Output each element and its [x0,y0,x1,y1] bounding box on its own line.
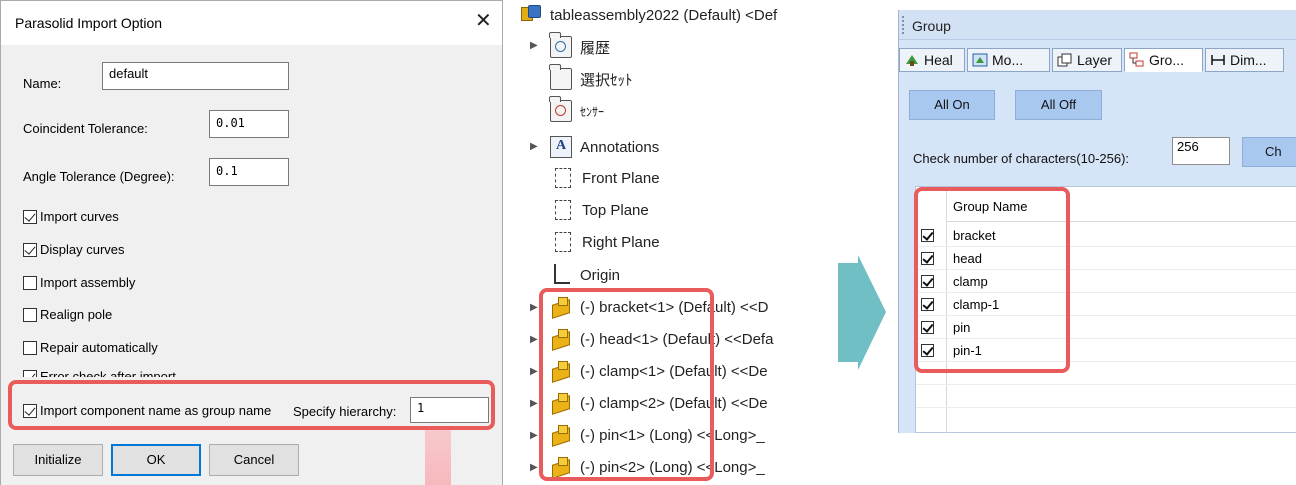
angle-tolerance-label: Angle Tolerance (Degree): [23,169,175,184]
tree-item-annotations[interactable]: A Annotations [550,136,659,158]
tab-model[interactable]: Mo... [967,48,1050,72]
tree-item-sensors[interactable]: ｾﾝｻｰ [549,96,605,122]
selection-set-icon [549,64,572,90]
panel-tabs: Heal Mo... Layer Gro... Dim... [899,48,1296,72]
check-characters-field[interactable]: 256 [1172,137,1230,165]
plane-icon [555,168,571,188]
tree-item-label: Top Plane [582,201,649,219]
tree-item-right-plane[interactable]: Right Plane [552,232,660,252]
annotations-icon: A [550,136,572,158]
tab-label: Dim... [1230,52,1267,68]
highlight-frame [539,288,714,481]
tab-layer[interactable]: Layer [1052,48,1122,72]
right-arrow-icon [838,255,886,370]
expand-arrow-icon[interactable]: ▶ [530,141,538,152]
dialog-titlebar: Parasolid Import Option ✕ [1,1,502,45]
tree-item-label: ｾﾝｻｰ [580,104,605,119]
check-button[interactable]: Ch [1242,137,1296,167]
assembly-icon [520,4,542,26]
table-row [916,385,1296,408]
initialize-button[interactable]: Initialize [13,444,103,476]
expand-arrow-icon[interactable]: ▶ [530,462,538,473]
tree-item-label: Right Plane [582,233,660,251]
origin-icon [550,264,572,286]
dimension-icon [1210,52,1226,68]
expand-arrow-icon[interactable]: ▶ [530,334,538,345]
dialog-title: Parasolid Import Option [15,15,163,31]
error-check-label: Error check after import [40,369,176,377]
tree-item-label: Front Plane [582,169,660,187]
error-check-checkbox[interactable] [23,369,37,377]
coincident-tolerance-label: Coincident Tolerance: [23,121,148,136]
layer-icon [1057,52,1073,68]
cancel-button[interactable]: Cancel [209,444,299,476]
import-assembly-option[interactable]: Import assembly [23,275,135,290]
tree-item-label: Origin [580,266,621,284]
tab-dimension[interactable]: Dim... [1205,48,1284,72]
name-label: Name: [23,76,62,91]
all-on-button[interactable]: All On [909,90,995,120]
display-curves-option[interactable]: Display curves [23,242,125,257]
error-check-option[interactable]: Error check after import [23,367,223,377]
all-off-button[interactable]: All Off [1015,90,1102,120]
display-curves-checkbox[interactable] [23,242,37,257]
callout-pointer [425,430,451,485]
repair-automatically-label: Repair automatically [40,340,158,355]
tree-root[interactable]: tableassembly2022 (Default) <Def [520,4,777,26]
tab-label: Mo... [992,52,1024,68]
expand-arrow-icon[interactable]: ▶ [530,398,538,409]
check-characters-label: Check number of characters(10-256): [913,151,1130,166]
heal-icon [904,52,920,68]
highlight-frame [914,187,1070,373]
tree-item-label: 選択ｾｯﾄ [580,71,633,89]
tab-label: Heal [924,52,953,68]
angle-tolerance-field[interactable]: 0.1 [209,158,289,186]
expand-arrow-icon[interactable]: ▶ [530,302,538,313]
tab-label: Layer [1077,52,1113,68]
tab-group[interactable]: Gro... [1124,48,1203,72]
tab-label: Gro... [1149,52,1185,68]
expand-arrow-icon[interactable]: ▶ [530,40,538,51]
import-assembly-checkbox[interactable] [23,275,37,290]
name-field[interactable]: default [102,62,289,90]
plane-icon [555,200,571,220]
import-curves-label: Import curves [40,209,119,224]
tree-item-label: 履歴 [580,39,611,57]
close-icon[interactable]: ✕ [475,11,492,31]
arrow-shape [838,255,886,370]
import-assembly-label: Import assembly [40,275,136,290]
tab-heal[interactable]: Heal [899,48,965,72]
grip-icon[interactable] [902,16,904,34]
group-panel-title: Group [912,18,951,34]
tree-item-selection-set[interactable]: 選択ｾｯﾄ [549,64,633,90]
tree-item-label: Annotations [580,138,660,156]
display-curves-label: Display curves [40,242,125,257]
expand-arrow-icon[interactable]: ▶ [530,366,538,377]
tree-item-front-plane[interactable]: Front Plane [552,168,660,188]
import-curves-option[interactable]: Import curves [23,209,119,224]
realign-pole-option[interactable]: Realign pole [23,307,112,322]
group-icon [1129,52,1145,68]
expand-arrow-icon[interactable]: ▶ [530,430,538,441]
tree-root-label: tableassembly2022 (Default) <Def [550,6,778,24]
ok-button[interactable]: OK [111,444,201,476]
repair-automatically-option[interactable]: Repair automatically [23,340,158,355]
tree-item-origin[interactable]: Origin [550,264,620,286]
coincident-tolerance-field[interactable]: 0.01 [209,110,289,138]
tree-item-history[interactable]: 履歴 [549,32,611,58]
group-panel-header: Group [899,10,1296,40]
sensor-icon [549,96,572,122]
tree-item-top-plane[interactable]: Top Plane [552,200,649,220]
realign-pole-label: Realign pole [40,307,113,322]
plane-icon [555,232,571,252]
model-icon [972,52,988,68]
highlight-frame [8,380,495,430]
realign-pole-checkbox[interactable] [23,307,37,322]
import-curves-checkbox[interactable] [23,209,37,224]
repair-automatically-checkbox[interactable] [23,340,37,355]
history-folder-icon [549,32,572,58]
